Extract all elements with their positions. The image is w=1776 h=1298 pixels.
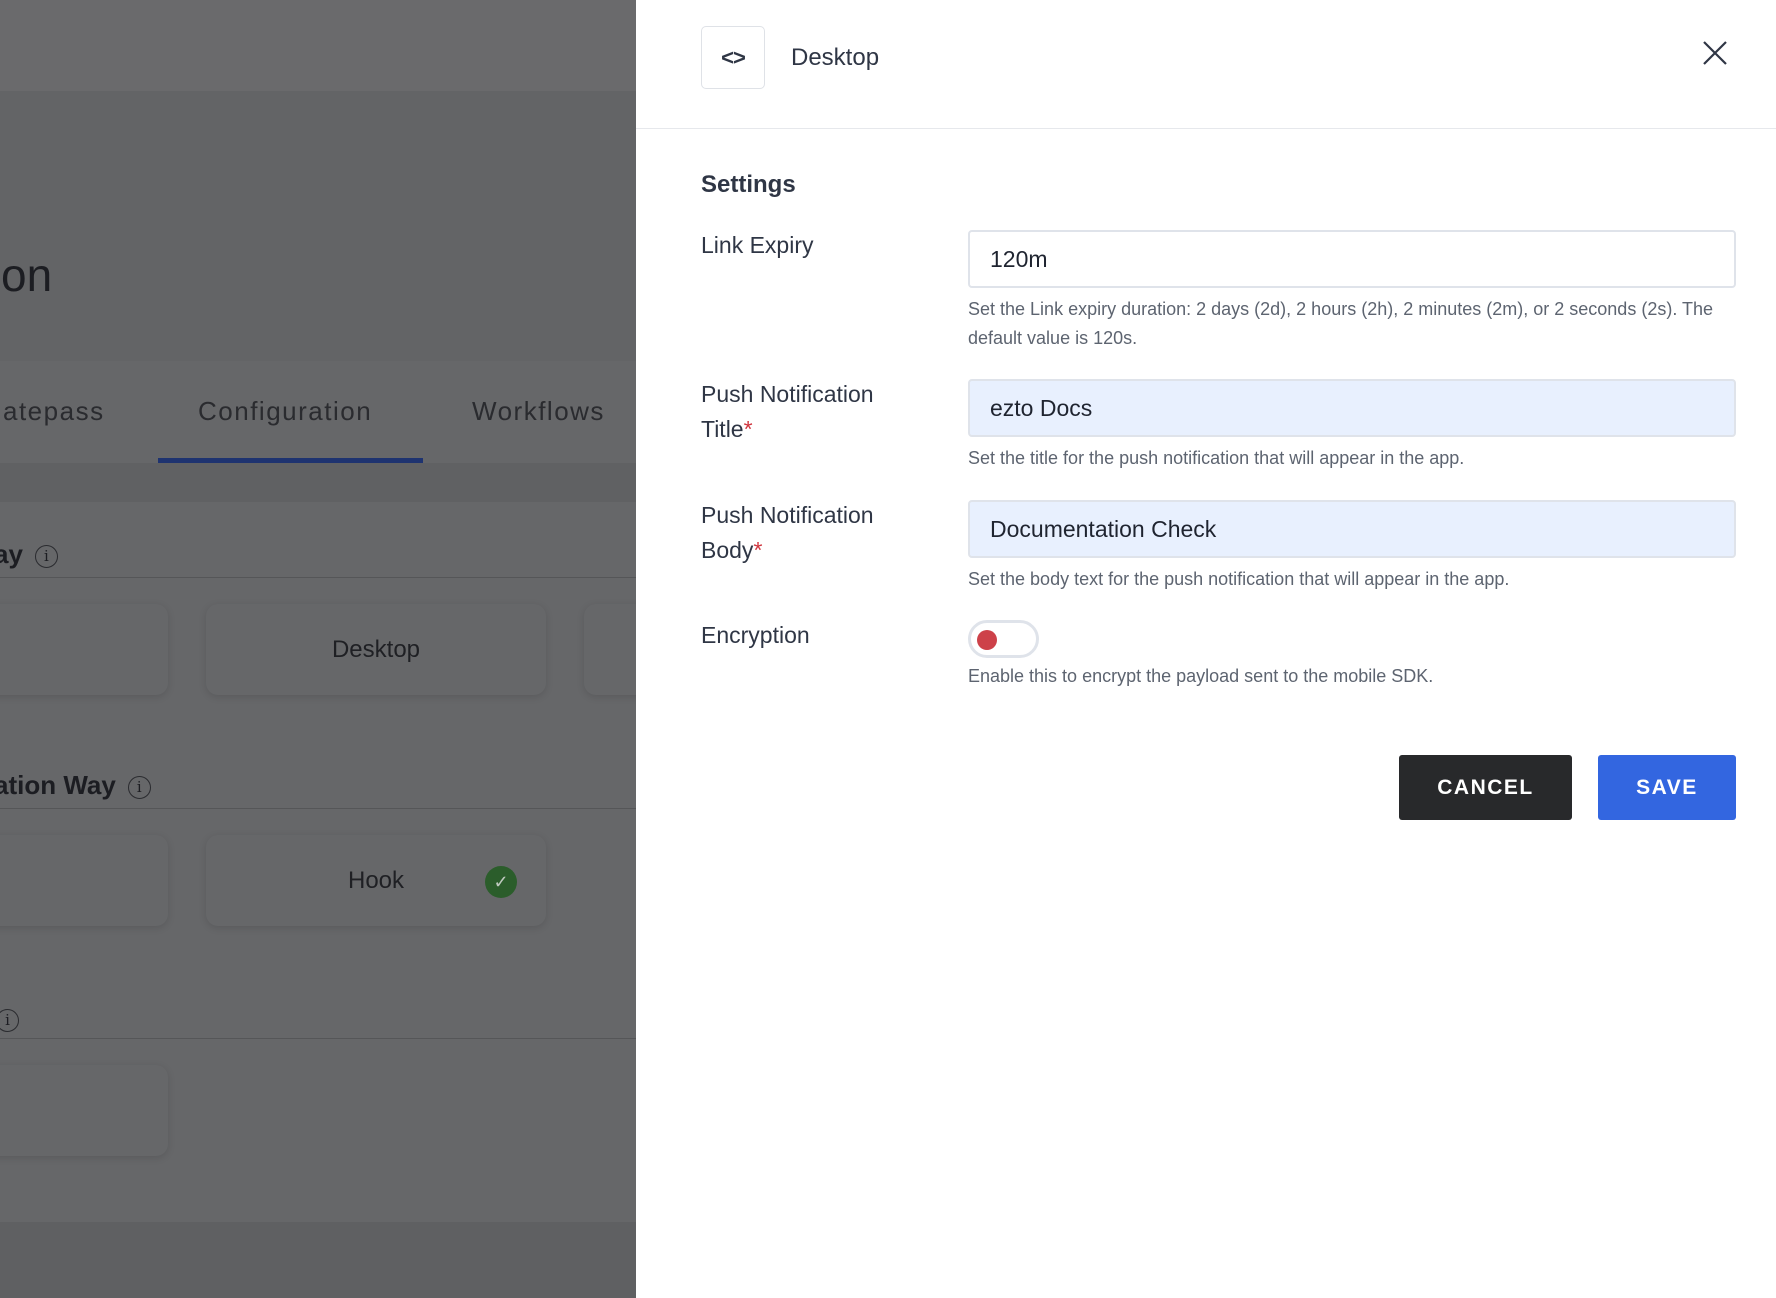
card-label: Desktop	[331, 635, 421, 663]
push-body-help: Set the body text for the push notificat…	[968, 569, 1510, 589]
info-icon[interactable]: i	[127, 775, 151, 799]
option-card[interactable]: e	[0, 835, 168, 926]
cancel-button[interactable]: CANCEL	[1399, 755, 1572, 820]
divider	[0, 808, 636, 809]
toggle-knob	[977, 630, 997, 650]
link-expiry-label: Link Expiry	[701, 232, 814, 258]
input-value: Documentation Check	[990, 515, 1217, 542]
option-card-hook[interactable]: Hook ✓	[206, 835, 546, 926]
divider	[0, 1038, 636, 1039]
input-value: 120m	[990, 245, 1048, 272]
code-brackets-icon: <>	[701, 26, 765, 89]
option-card[interactable]: e	[0, 604, 168, 695]
link-expiry-input[interactable]: 120m	[968, 230, 1736, 288]
spacer	[0, 463, 636, 502]
info-icon[interactable]: i	[34, 544, 58, 568]
background-page-overlay: tion atepass Configuration Workflows ayi…	[0, 0, 636, 1298]
check-circle-icon: ✓	[485, 866, 517, 898]
option-card[interactable]: k	[0, 1065, 168, 1156]
settings-heading: Settings	[701, 171, 796, 198]
required-marker: *	[743, 416, 753, 442]
page-header	[0, 91, 636, 361]
section-title: ation Way	[0, 770, 116, 800]
close-icon[interactable]	[1700, 38, 1730, 68]
encryption-label: Encryption	[701, 622, 810, 648]
section-heading: i	[0, 1003, 19, 1034]
section-heading: ation Way i	[0, 770, 151, 801]
top-bar	[0, 0, 636, 91]
input-value: ezto Docs	[990, 394, 1093, 421]
push-title-input[interactable]: ezto Docs	[968, 379, 1736, 437]
card-label: Hook	[347, 866, 405, 894]
label-text: Body	[701, 537, 754, 563]
encryption-help: Enable this to encrypt the payload sent …	[968, 666, 1434, 686]
page-title: tion	[0, 249, 53, 301]
push-body-label: Push Notification Body*	[701, 498, 874, 568]
divider	[0, 577, 636, 578]
push-title-label: Push Notification Title*	[701, 377, 874, 447]
drawer-title: Desktop	[791, 44, 880, 71]
encryption-toggle[interactable]	[968, 620, 1039, 658]
label-text: Title	[701, 416, 744, 442]
option-card[interactable]	[584, 604, 636, 695]
info-icon[interactable]: i	[0, 1008, 19, 1032]
push-title-help: Set the title for the push notification …	[968, 448, 1465, 468]
label-text: Push Notification	[701, 381, 874, 407]
link-expiry-help: Set the Link expiry duration: 2 days (2d…	[968, 299, 1714, 348]
label-text: Push Notification	[701, 502, 874, 528]
section-heading: ay i	[0, 539, 58, 570]
save-button[interactable]: SAVE	[1598, 755, 1736, 820]
section-title: ay	[0, 539, 23, 569]
settings-drawer: <> Desktop Settings Link Expiry 120m Set…	[636, 0, 1776, 1298]
option-card-desktop[interactable]: Desktop	[206, 604, 546, 695]
tab-gatepass[interactable]: atepass	[3, 396, 105, 427]
drawer-header: <> Desktop	[636, 0, 1776, 129]
tab-workflows[interactable]: Workflows	[472, 396, 605, 427]
required-marker: *	[753, 537, 763, 563]
push-body-input[interactable]: Documentation Check	[968, 500, 1736, 558]
tab-configuration[interactable]: Configuration	[198, 396, 372, 427]
